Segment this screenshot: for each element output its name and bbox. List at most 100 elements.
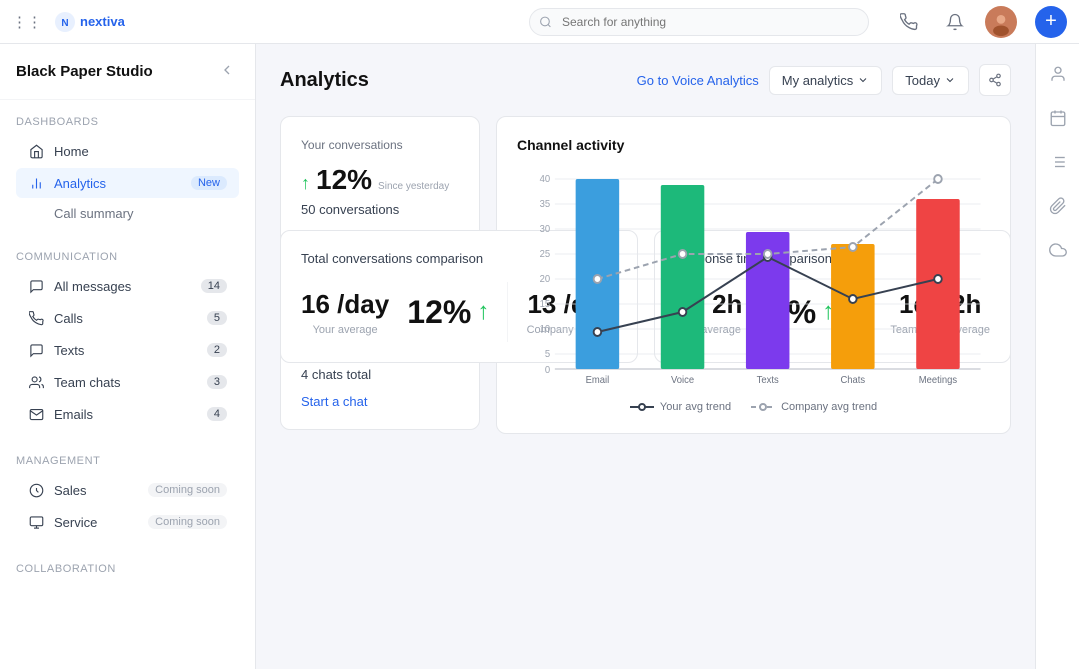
- share-icon: [988, 73, 1002, 87]
- sidebar-item-team-chats[interactable]: Team chats 3: [16, 367, 239, 397]
- svg-text:35: 35: [540, 199, 551, 210]
- top-navigation: ⋮⋮ N nextiva +: [0, 0, 1079, 44]
- texts-icon: [28, 342, 44, 358]
- svg-text:25: 25: [540, 249, 551, 260]
- analytics-header: Analytics Go to Voice Analytics My analy…: [280, 64, 1011, 96]
- section-label-communication: Communication: [16, 251, 239, 263]
- sidebar-item-texts[interactable]: Texts 2: [16, 335, 239, 365]
- sidebar-item-all-messages[interactable]: All messages 14: [16, 271, 239, 301]
- svg-text:Voice: Voice: [671, 375, 694, 386]
- calls-badge: 5: [207, 311, 227, 325]
- svg-text:0: 0: [545, 365, 551, 376]
- total-pct-arrow: ↑: [477, 298, 489, 326]
- sidebar-section-collaboration: Collaboration: [0, 547, 255, 591]
- grid-icon[interactable]: ⋮⋮: [12, 13, 42, 31]
- analytics-label: Analytics: [54, 176, 175, 191]
- page-title: Analytics: [280, 69, 621, 92]
- sidebar-collapse-button[interactable]: [215, 58, 239, 85]
- right-attach-icon[interactable]: [1040, 188, 1076, 224]
- share-button[interactable]: [979, 64, 1011, 96]
- bar-chart: 40 35 30 25 20 15 10 5 0: [517, 169, 990, 389]
- sidebar-item-service[interactable]: Service Coming soon: [16, 507, 239, 537]
- emails-label: Emails: [54, 407, 197, 422]
- user-avatar[interactable]: [985, 6, 1017, 38]
- service-label: Service: [54, 515, 138, 530]
- search-input[interactable]: [529, 8, 869, 36]
- section-label-dashboards: Dashboards: [16, 116, 239, 128]
- nextiva-logo-icon: N nextiva: [54, 11, 144, 33]
- chevron-down-icon2: [944, 74, 956, 86]
- sidebar-item-calls[interactable]: Calls 5: [16, 303, 239, 333]
- right-calendar-icon[interactable]: [1040, 100, 1076, 136]
- svg-text:40: 40: [540, 174, 551, 185]
- sidebar-item-call-summary[interactable]: Call summary: [16, 200, 239, 227]
- all-messages-label: All messages: [54, 279, 191, 294]
- app-logo[interactable]: N nextiva: [54, 11, 144, 33]
- svg-text:nextiva: nextiva: [80, 14, 126, 29]
- sidebar-section-communication: Communication All messages 14 Calls 5: [0, 235, 255, 439]
- analytics-new-badge: New: [191, 176, 227, 190]
- conversations-count: 50 conversations: [301, 202, 459, 217]
- start-chat-link[interactable]: Start a chat: [301, 394, 367, 409]
- chart-svg: 40 35 30 25 20 15 10 5 0: [517, 169, 990, 389]
- calls-label: Calls: [54, 311, 197, 326]
- team-chats-label: Team chats: [54, 375, 197, 390]
- workspace-name: Black Paper Studio: [16, 63, 153, 80]
- right-tasks-icon[interactable]: [1040, 144, 1076, 180]
- sidebar-item-home[interactable]: Home: [16, 136, 239, 166]
- svg-text:15: 15: [540, 299, 551, 310]
- conversations-pct-row: ↑ 12% Since yesterday: [301, 164, 459, 196]
- channel-activity-card: Channel activity 40: [496, 116, 1011, 434]
- all-messages-badge: 14: [201, 279, 227, 293]
- svg-text:N: N: [61, 18, 68, 29]
- sidebar-section-management: Management Sales Coming soon Service Com…: [0, 439, 255, 547]
- legend-company-trend: Company avg trend: [751, 401, 877, 413]
- texts-badge: 2: [207, 343, 227, 357]
- channel-activity-title: Channel activity: [517, 137, 990, 153]
- section-label-management: Management: [16, 455, 239, 467]
- service-coming-badge: Coming soon: [148, 515, 227, 529]
- team-chats-badge: 3: [207, 375, 227, 389]
- notification-icon-button[interactable]: [939, 6, 971, 38]
- total-pct-main: 12% ↑: [407, 294, 489, 331]
- svg-text:Meetings: Meetings: [919, 375, 957, 386]
- analytics-icon: [28, 175, 44, 191]
- svg-text:5: 5: [545, 349, 550, 360]
- svg-text:Chats: Chats: [840, 375, 865, 386]
- right-cloud-icon[interactable]: [1040, 232, 1076, 268]
- emails-badge: 4: [207, 407, 227, 421]
- nav-icons-group: +: [893, 6, 1067, 38]
- today-dropdown[interactable]: Today: [892, 66, 969, 95]
- svg-text:20: 20: [540, 274, 551, 285]
- conversations-pct-value: 12%: [316, 164, 372, 196]
- sidebar-item-emails[interactable]: Emails 4: [16, 399, 239, 429]
- phone-icon-button[interactable]: [893, 6, 925, 38]
- svg-text:Texts: Texts: [757, 375, 779, 386]
- sales-coming-badge: Coming soon: [148, 483, 227, 497]
- sidebar-item-analytics[interactable]: Analytics New: [16, 168, 239, 198]
- company-trend-legend-icon: [751, 401, 775, 413]
- your-avg-value: 16 /day: [301, 289, 389, 320]
- search-icon: [539, 15, 552, 28]
- main-content: Analytics Go to Voice Analytics My analy…: [256, 44, 1035, 669]
- svg-text:Email: Email: [586, 375, 610, 386]
- voice-analytics-link[interactable]: Go to Voice Analytics: [637, 73, 759, 88]
- svg-text:10: 10: [540, 324, 551, 335]
- sidebar-item-sales[interactable]: Sales Coming soon: [16, 475, 239, 505]
- add-button[interactable]: +: [1035, 6, 1067, 38]
- conversations-since-label: Since yesterday: [378, 180, 449, 193]
- svg-text:30: 30: [540, 224, 551, 235]
- team-chats-icon: [28, 374, 44, 390]
- main-layout: Black Paper Studio Dashboards Home Analy…: [0, 44, 1079, 669]
- chart-legend: Your avg trend Company avg trend: [517, 401, 990, 413]
- collaboration-count: 4 chats total: [301, 367, 459, 382]
- your-avg-stat: 16 /day Your average: [301, 289, 389, 336]
- texts-label: Texts: [54, 343, 197, 358]
- sidebar-section-dashboards: Dashboards Home Analytics New Call summa…: [0, 100, 255, 235]
- right-user-icon[interactable]: [1040, 56, 1076, 92]
- search-bar[interactable]: [529, 8, 869, 36]
- emails-icon: [28, 406, 44, 422]
- sales-icon: [28, 482, 44, 498]
- my-analytics-dropdown[interactable]: My analytics: [769, 66, 883, 95]
- conversations-card-title: Your conversations: [301, 137, 459, 154]
